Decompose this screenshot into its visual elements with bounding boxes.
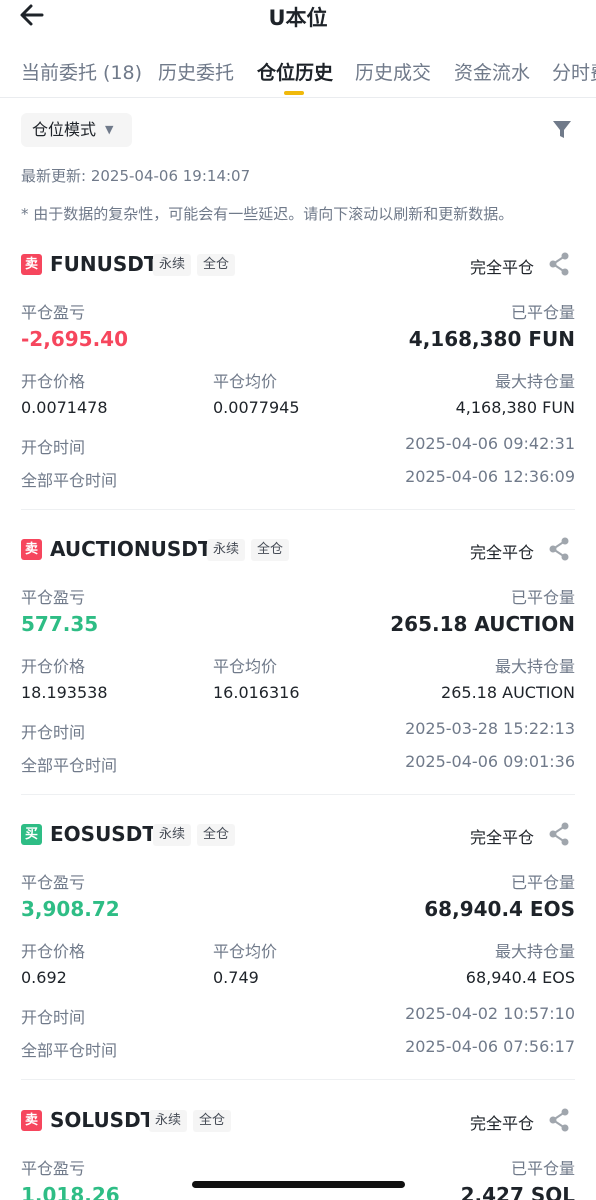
closed-qty-label: 已平仓量 — [510, 588, 575, 607]
max-position-value: 265.18 AUCTION — [441, 683, 575, 702]
close-type-label: 完全平仓 — [469, 828, 534, 847]
margin-mode-tag: 全仓 — [197, 254, 236, 276]
close-time-label: 全部平仓时间 — [21, 756, 118, 775]
position-card: 卖 AUCTIONUSDT 永续 全仓 完全平仓 平仓盈亏 已平仓量 577.3… — [0, 537, 596, 822]
close-type-label: 完全平仓 — [469, 543, 534, 562]
pnl-label: 平仓盈亏 — [21, 1159, 86, 1178]
filter-icon[interactable] — [552, 120, 572, 140]
share-icon[interactable] — [548, 822, 570, 846]
share-icon[interactable] — [548, 1108, 570, 1132]
open-time-label: 开仓时间 — [21, 1008, 86, 1027]
margin-mode-tag: 全仓 — [251, 539, 290, 561]
closed-qty-value: 2,427 SOL — [460, 1183, 575, 1200]
close-avg-value: 16.016316 — [213, 683, 300, 702]
contract-type-tag: 永续 — [153, 254, 192, 276]
position-mode-dropdown[interactable]: 仓位模式 ▼ — [21, 113, 132, 147]
card-divider — [21, 1079, 575, 1080]
close-type-label: 完全平仓 — [469, 258, 534, 277]
active-tab-indicator — [284, 91, 304, 95]
close-avg-value: 0.0077945 — [213, 398, 300, 417]
pnl-label: 平仓盈亏 — [21, 303, 86, 322]
max-position-label: 最大持仓量 — [494, 942, 575, 961]
margin-mode-tag: 全仓 — [193, 1110, 232, 1132]
card-divider — [21, 794, 575, 795]
symbol[interactable]: EOSUSDT — [50, 822, 156, 846]
open-price-label: 开仓价格 — [21, 942, 86, 961]
contract-type-tag: 永续 — [149, 1110, 188, 1132]
open-price-value: 18.193538 — [21, 683, 108, 702]
side-badge: 卖 — [21, 1110, 42, 1131]
share-icon[interactable] — [548, 252, 570, 276]
share-icon[interactable] — [548, 537, 570, 561]
contract-type-tag: 永续 — [153, 824, 192, 846]
symbol[interactable]: SOLUSDT — [50, 1108, 154, 1132]
close-avg-label: 平仓均价 — [213, 657, 278, 676]
close-avg-label: 平仓均价 — [213, 942, 278, 961]
pnl-value: 3,908.72 — [21, 897, 120, 921]
pnl-value: 1,018.26 — [21, 1183, 120, 1200]
closed-qty-label: 已平仓量 — [510, 303, 575, 322]
data-delay-notice: * 由于数据的复杂性，可能会有一些延迟。请向下滚动以刷新和更新数据。 — [21, 205, 514, 223]
open-price-label: 开仓价格 — [21, 657, 86, 676]
tab-open-orders[interactable]: 当前委托 (18) — [21, 58, 142, 85]
tab-trade-history[interactable]: 历史成交 — [355, 58, 431, 85]
margin-mode-tag: 全仓 — [197, 824, 236, 846]
tab-position-history[interactable]: 仓位历史 — [257, 58, 333, 85]
closed-qty-label: 已平仓量 — [510, 873, 575, 892]
close-time-value: 2025-04-06 12:36:09 — [405, 467, 575, 486]
last-updated-text: 最新更新: 2025-04-06 19:14:07 — [21, 167, 251, 185]
top-bar: U本位 — [0, 0, 596, 36]
side-badge: 卖 — [21, 539, 42, 560]
pnl-label: 平仓盈亏 — [21, 588, 86, 607]
close-time-value: 2025-04-06 07:56:17 — [405, 1037, 575, 1056]
closed-qty-label: 已平仓量 — [510, 1159, 575, 1178]
side-badge: 买 — [21, 824, 42, 845]
open-price-label: 开仓价格 — [21, 372, 86, 391]
open-time-value: 2025-04-02 10:57:10 — [405, 1004, 575, 1023]
open-price-value: 0.692 — [21, 968, 67, 987]
home-indicator — [192, 1181, 405, 1188]
closed-qty-value: 68,940.4 EOS — [424, 897, 575, 921]
position-mode-label: 仓位模式 — [32, 120, 97, 139]
close-type-label: 完全平仓 — [469, 1114, 534, 1133]
close-time-value: 2025-04-06 09:01:36 — [405, 752, 575, 771]
card-divider — [21, 509, 575, 510]
max-position-value: 4,168,380 FUN — [455, 398, 575, 417]
symbol[interactable]: AUCTIONUSDT — [50, 537, 212, 561]
tab-bar: 当前委托 (18) 历史委托 仓位历史 历史成交 资金流水 分时费 — [0, 50, 596, 98]
close-time-label: 全部平仓时间 — [21, 1041, 118, 1060]
pnl-label: 平仓盈亏 — [21, 873, 86, 892]
open-time-label: 开仓时间 — [21, 723, 86, 742]
tab-transaction-history[interactable]: 资金流水 — [454, 58, 530, 85]
max-position-value: 68,940.4 EOS — [465, 968, 575, 987]
close-avg-value: 0.749 — [213, 968, 259, 987]
open-time-value: 2025-03-28 15:22:13 — [405, 719, 575, 738]
close-avg-label: 平仓均价 — [213, 372, 278, 391]
closed-qty-value: 4,168,380 FUN — [408, 327, 575, 351]
position-card: 买 EOSUSDT 永续 全仓 完全平仓 平仓盈亏 已平仓量 3,908.72 … — [0, 822, 596, 1107]
open-time-value: 2025-04-06 09:42:31 — [405, 434, 575, 453]
tab-funding-fee[interactable]: 分时费 — [552, 58, 596, 85]
max-position-label: 最大持仓量 — [494, 657, 575, 676]
pnl-value: 577.35 — [21, 612, 99, 636]
closed-qty-value: 265.18 AUCTION — [390, 612, 575, 636]
open-time-label: 开仓时间 — [21, 438, 86, 457]
pnl-value: -2,695.40 — [21, 327, 128, 351]
symbol[interactable]: FUNUSDT — [50, 252, 158, 276]
page-title: U本位 — [268, 6, 328, 30]
position-card: 卖 FUNUSDT 永续 全仓 完全平仓 平仓盈亏 已平仓量 -2,695.40… — [0, 252, 596, 537]
contract-type-tag: 永续 — [207, 539, 246, 561]
open-price-value: 0.0071478 — [21, 398, 108, 417]
max-position-label: 最大持仓量 — [494, 372, 575, 391]
side-badge: 卖 — [21, 254, 42, 275]
chevron-down-icon: ▼ — [105, 123, 114, 136]
close-time-label: 全部平仓时间 — [21, 471, 118, 490]
tab-order-history[interactable]: 历史委托 — [158, 58, 234, 85]
